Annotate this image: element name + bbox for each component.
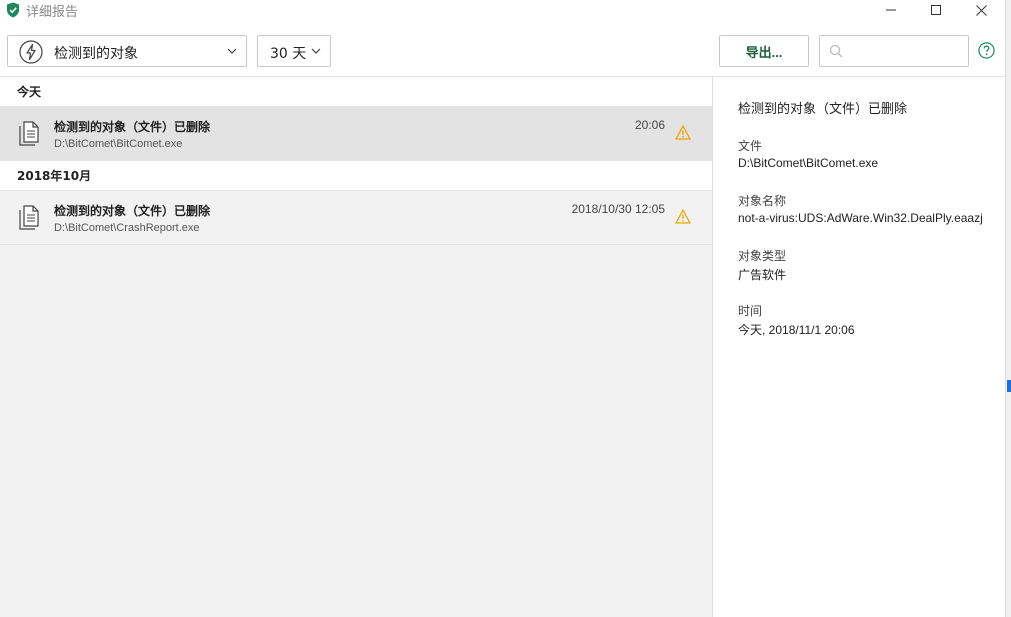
warning-icon [675,209,691,224]
list-item[interactable]: 检测到的对象（文件）已删除 D:\BitComet\CrashReport.ex… [0,191,712,245]
warning-icon [675,125,691,140]
days-range-dropdown[interactable]: 30 天 [257,35,331,67]
background-window-edge [1005,0,1011,617]
export-button[interactable]: 导出... [719,35,809,67]
help-icon[interactable] [978,42,995,59]
maximize-icon [931,5,941,15]
detail-label-time: 时间 [738,304,763,318]
chevron-down-icon [227,48,237,54]
item-path: D:\BitComet\CrashReport.exe [54,222,200,234]
file-icon [19,121,39,146]
close-button[interactable] [959,0,1003,20]
detail-value-time: 今天, 2018/11/1 20:06 [738,323,855,337]
detail-label-object-type: 对象类型 [738,249,787,263]
object-type-dropdown[interactable]: 检测到的对象 [7,35,247,67]
shield-check-icon [7,2,19,18]
background-accent [1007,380,1011,392]
report-window: 详细报告 检测到的对象 30 天 导出... 今天 检测到的对象（文件）已删除 … [0,0,1005,617]
days-range-value: 30 天 [270,46,307,62]
details-pane: 检测到的对象（文件）已删除 文件 D:\BitComet\BitComet.ex… [713,77,1005,617]
window-title: 详细报告 [26,5,79,20]
item-title: 检测到的对象（文件）已删除 [54,204,211,218]
search-box[interactable] [819,35,969,67]
item-time: 20:06 [634,118,665,132]
detail-value-object-type: 广告软件 [738,268,787,282]
minimize-button[interactable] [869,0,913,20]
chevron-down-icon [311,48,321,54]
file-icon [19,205,39,230]
item-title: 检测到的对象（文件）已删除 [54,120,211,134]
close-icon [975,4,987,16]
maximize-button[interactable] [914,0,958,20]
detail-value-object-name: not-a-virus:UDS:AdWare.Win32.DealPly.eaa… [738,211,983,225]
list-item[interactable]: 检测到的对象（文件）已删除 D:\BitComet\BitComet.exe 2… [0,107,712,161]
detail-value-file: D:\BitComet\BitComet.exe [738,156,879,170]
search-icon [829,44,843,58]
object-type-value: 检测到的对象 [54,46,138,62]
search-input[interactable] [850,41,962,61]
details-title: 检测到的对象（文件）已删除 [738,102,908,117]
event-list: 今天 检测到的对象（文件）已删除 D:\BitComet\BitComet.ex… [0,77,712,617]
group-header-month: 2018年10月 [0,161,712,191]
item-path: D:\BitComet\BitComet.exe [54,138,183,150]
group-header-today: 今天 [0,77,712,107]
title-bar: 详细报告 [0,0,1005,20]
lightning-icon [19,40,43,64]
detail-label-file: 文件 [738,139,763,153]
detail-label-object-name: 对象名称 [738,194,787,208]
minimize-icon [886,9,896,11]
item-time: 2018/10/30 12:05 [571,202,665,216]
